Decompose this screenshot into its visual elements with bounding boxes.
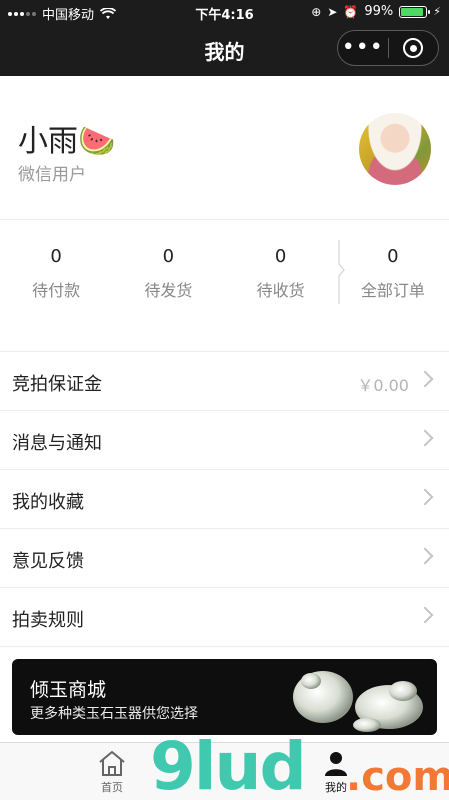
mini-program-capsule: ••• (337, 30, 439, 66)
chevron-right-icon (416, 429, 434, 447)
order-divider (338, 240, 346, 304)
more-button[interactable]: ••• (338, 30, 388, 66)
alarm-icon: ⏰ (343, 4, 359, 19)
order-pending-receipt[interactable]: 0 待收货 (225, 220, 337, 320)
watermark-text: 9lud (150, 728, 307, 800)
chevron-right-icon (416, 488, 434, 506)
location-icon: ➤ (327, 4, 338, 19)
battery-icon (399, 5, 431, 18)
menu-item-label: 消息与通知 (12, 433, 102, 454)
order-label: 全部订单 (360, 281, 425, 300)
home-icon (99, 750, 125, 776)
order-label: 待发货 (144, 281, 193, 300)
order-label: 待收货 (256, 281, 305, 300)
close-icon (403, 38, 424, 58)
menu-item-label: 我的收藏 (12, 492, 84, 513)
order-pending-payment[interactable]: 0 待付款 (0, 220, 112, 320)
deposit-amount: ￥0.00 (357, 376, 409, 395)
section-spacer (0, 320, 449, 352)
tab-label: 首页 (101, 781, 123, 794)
order-count: 0 (162, 246, 175, 267)
chevron-right-icon (416, 547, 434, 565)
order-count: 0 (387, 246, 399, 267)
charging-icon: ⚡ (433, 5, 441, 18)
order-summary: 0 待付款 0 待发货 0 待收货 0 全部订单 (0, 220, 449, 320)
watermark-logo: 9lud .com (150, 728, 449, 800)
rotation-lock-icon: ⊕ (311, 4, 322, 19)
order-pending-shipment[interactable]: 0 待发货 (112, 220, 224, 320)
header: 中国移动 下午4:16 ⊕ ➤ ⏰ 99% ⚡ 我的 ••• (0, 0, 449, 76)
status-bar: 中国移动 下午4:16 ⊕ ➤ ⏰ 99% ⚡ (0, 0, 449, 26)
menu-list: 竞拍保证金 ￥0.00 消息与通知 我的收藏 意见反馈 拍卖规则 (0, 352, 449, 647)
watermark-suffix: .com (346, 754, 449, 800)
menu-item-label: 竞拍保证金 (12, 374, 102, 395)
menu-item-favorites[interactable]: 我的收藏 (0, 470, 449, 529)
menu-item-label: 意见反馈 (12, 551, 84, 572)
chevron-right-icon (416, 370, 434, 388)
chevron-right-icon (416, 606, 434, 624)
order-count: 0 (274, 246, 287, 267)
menu-item-label: 拍卖规则 (12, 610, 84, 631)
order-all[interactable]: 0 全部订单 (337, 220, 449, 320)
user-name: 小雨🍉 (18, 124, 116, 159)
order-label: 待付款 (32, 281, 81, 300)
jade-carving-image (293, 671, 423, 732)
menu-item-notifications[interactable]: 消息与通知 (0, 411, 449, 470)
close-button[interactable] (388, 38, 438, 58)
order-count: 0 (50, 246, 62, 267)
menu-item-deposit[interactable]: 竞拍保证金 ￥0.00 (0, 352, 449, 411)
banner-subtitle: 更多种类玉石玉器供您选择 (30, 706, 198, 722)
menu-item-feedback[interactable]: 意见反馈 (0, 529, 449, 588)
profile-section: 小雨🍉 微信用户 (0, 76, 449, 220)
user-subtitle: 微信用户 (18, 165, 86, 185)
avatar[interactable] (359, 113, 431, 185)
battery-percent: 99% (364, 4, 394, 19)
mall-banner[interactable]: 倾玉商城 更多种类玉石玉器供您选择 (12, 659, 437, 735)
menu-item-auction-rules[interactable]: 拍卖规则 (0, 588, 449, 647)
banner-title: 倾玉商城 (30, 679, 107, 701)
tab-home[interactable]: 首页 (82, 749, 142, 795)
